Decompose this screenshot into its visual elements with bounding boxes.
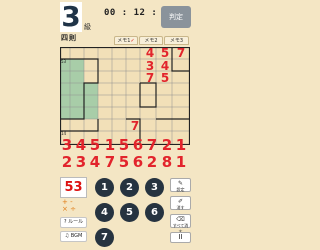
candidate-digit[interactable]: 5 [117, 155, 131, 170]
bgm-button-label: BGM [70, 233, 83, 239]
number-button-6[interactable]: 6 [145, 203, 164, 222]
memo-tab-label: メモ1 [117, 38, 131, 44]
candidate-digit[interactable]: 6 [131, 155, 145, 170]
target-sum: 53 [60, 177, 87, 198]
grid-digit: 7 [145, 71, 155, 85]
pause-button[interactable]: II [170, 232, 191, 243]
number-button-2[interactable]: 2 [120, 178, 139, 197]
number-button-5[interactable]: 5 [120, 203, 139, 222]
candidate-digit[interactable]: 4 [88, 155, 102, 170]
candidate-digit[interactable]: 7 [145, 138, 159, 153]
level-suffix: 級 [84, 23, 91, 31]
music-icon: ♫ [64, 233, 70, 239]
erase-button[interactable]: ✐ 消す [170, 196, 191, 210]
grid-digit: 4 [145, 46, 155, 60]
number-button-7[interactable]: 7 [95, 228, 114, 247]
puzzle-grid[interactable]: 53 14 4 5 7 3 4 7 5 7 [60, 47, 190, 145]
trash-icon: ⌫ [176, 216, 185, 223]
level-number: 3 [60, 0, 82, 33]
rule-label: 四則 [61, 34, 77, 42]
candidate-digit[interactable]: 1 [174, 155, 188, 170]
memo-tab-label: メモ3 [169, 38, 184, 44]
number-button-4[interactable]: 4 [95, 203, 114, 222]
candidate-digit[interactable]: 7 [103, 155, 117, 170]
rule-button-label: ルール [68, 219, 84, 225]
memo-tab-2[interactable]: メモ2 [139, 36, 163, 45]
number-button-1[interactable]: 1 [95, 178, 114, 197]
settings-button[interactable]: ✎ 設定 [170, 178, 191, 192]
check-icon: ✓ [130, 38, 135, 44]
pause-icon: II [178, 233, 183, 241]
candidate-digit[interactable]: 1 [174, 138, 188, 153]
candidate-digit[interactable]: 3 [60, 138, 74, 153]
memo-tab-3[interactable]: メモ3 [164, 36, 189, 45]
grid-digit: 7 [176, 46, 186, 60]
candidate-area: 3 4 5 1 5 6 7 2 1 2 3 4 7 5 6 2 8 1 [60, 138, 190, 174]
number-button-3[interactable]: 3 [145, 178, 164, 197]
candidate-digit[interactable]: 6 [131, 138, 145, 153]
settings-icon: ✎ [177, 180, 184, 187]
candidate-digit[interactable]: 3 [74, 155, 88, 170]
judge-button[interactable]: 判定 [161, 6, 191, 28]
cage-clue: 53 [61, 59, 67, 64]
bgm-button[interactable]: ♫ BGM [60, 231, 87, 242]
eraser-icon: ✐ [177, 198, 184, 205]
grid-digit: 5 [160, 71, 170, 85]
operator-icons: + - × ÷ [62, 198, 76, 213]
grid-digit: 7 [130, 119, 140, 133]
rule-button[interactable]: ? ルール [60, 217, 87, 228]
memo-tab-label: メモ2 [144, 38, 158, 44]
candidate-digit[interactable]: 2 [160, 138, 174, 153]
memo-tab-1[interactable]: メモ1✓ [114, 36, 138, 45]
candidate-digit[interactable]: 5 [117, 138, 131, 153]
settings-label: 設定 [176, 187, 185, 192]
candidate-digit[interactable]: 2 [145, 155, 159, 170]
erase-all-button[interactable]: ⌫ すべて消す [170, 214, 191, 234]
candidate-digit[interactable]: 1 [103, 138, 117, 153]
grid-digit: 5 [160, 46, 170, 60]
candidate-digit[interactable]: 5 [88, 138, 102, 153]
erase-label: 消す [176, 205, 185, 210]
candidate-digit[interactable]: 8 [160, 155, 174, 170]
candidate-digit[interactable]: 2 [60, 155, 74, 170]
candidate-digit[interactable]: 4 [74, 138, 88, 153]
help-icon: ? [63, 219, 67, 225]
